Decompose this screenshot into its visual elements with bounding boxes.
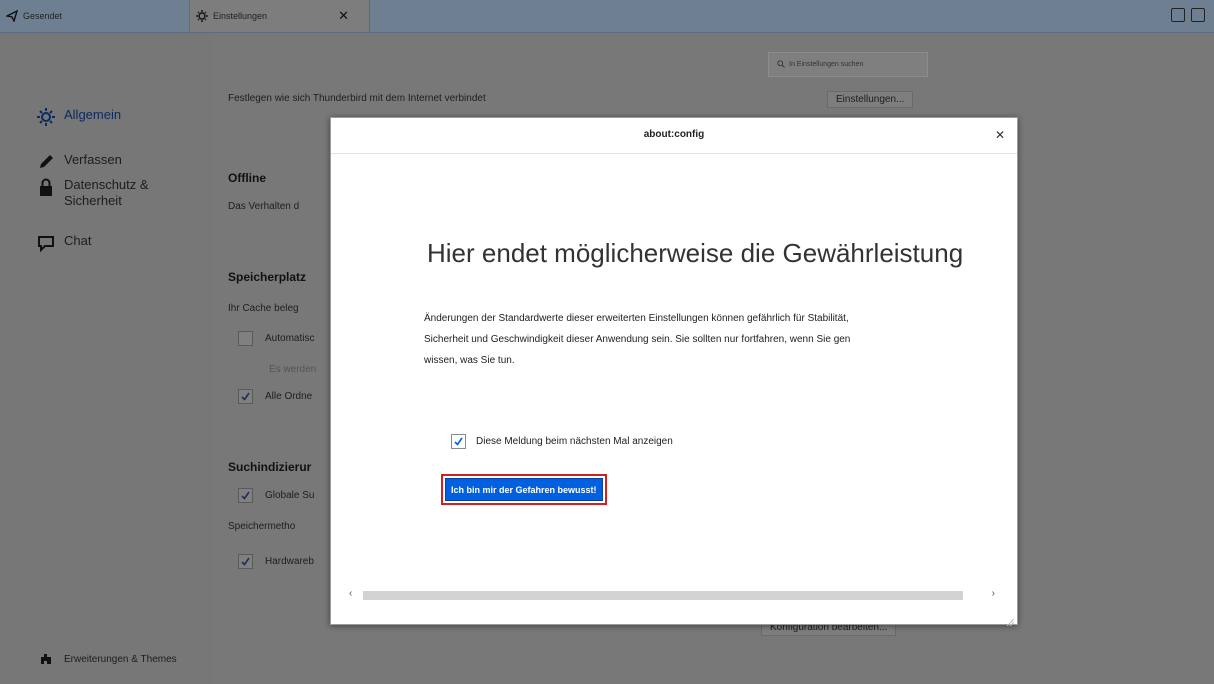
warning-line: wissen, was Sie tun. — [424, 355, 515, 366]
search-icon — [777, 59, 785, 70]
sidebar-item-verfassen[interactable]: Verfassen — [36, 152, 122, 172]
sidebar-item-label: Verfassen — [64, 152, 122, 167]
show-warning-checkbox[interactable] — [451, 434, 466, 449]
sidebar-item-chat[interactable]: Chat — [36, 233, 91, 253]
offline-description: Das Verhalten d — [228, 201, 300, 212]
show-warning-label: Diese Meldung beim nächsten Mal anzeigen — [476, 436, 673, 447]
all-folders-label: Alle Ordne — [265, 391, 313, 402]
dialog-body: Hier endet möglicherweise die Gewährleis… — [331, 154, 1017, 588]
tab-gesendet[interactable]: Gesendet — [0, 0, 186, 32]
auto-cache-label: Automatisc — [265, 333, 315, 344]
global-search-label: Globale Su — [265, 490, 315, 501]
dialog-titlebar: about:config ✕ — [331, 118, 1017, 154]
warning-text: Änderungen der Standardwerte dieser erwe… — [424, 308, 1017, 371]
lock-icon — [36, 177, 56, 197]
storage-description: Ihr Cache beleg — [228, 303, 299, 314]
sidebar-item-allgemein[interactable]: Allgemein — [36, 107, 121, 127]
sidebar-item-extensions[interactable]: Erweiterungen & Themes — [40, 653, 177, 665]
horizontal-scrollbar[interactable]: ‹ › — [345, 588, 1001, 603]
close-icon[interactable]: ✕ — [995, 128, 1005, 142]
warning-title: Hier endet möglicherweise die Gewährleis… — [427, 238, 964, 268]
sidebar-item-label: Erweiterungen & Themes — [64, 653, 177, 665]
accept-risk-button[interactable]: Ich bin mir der Gefahren bewusst! — [441, 474, 607, 505]
storage-method-label: Speichermetho — [228, 521, 296, 532]
scrollbar-thumb[interactable] — [363, 591, 963, 600]
auto-cache-checkbox[interactable] — [238, 331, 253, 346]
all-folders-checkbox[interactable] — [238, 389, 253, 404]
dialog-title: about:config — [643, 129, 705, 140]
show-warning-row: Diese Meldung beim nächsten Mal anzeigen — [451, 434, 673, 449]
network-settings-button[interactable]: Einstellungen... — [827, 91, 914, 108]
search-input[interactable]: In Einstellungen suchen — [768, 52, 928, 77]
tab-label: Gesendet — [23, 11, 63, 21]
gear-icon — [196, 10, 208, 22]
gear-icon — [36, 107, 56, 127]
chat-icon — [36, 233, 56, 253]
scroll-left-icon[interactable]: ‹ — [349, 588, 352, 599]
search-index-heading: Suchindizierur — [228, 460, 312, 474]
send-icon — [4, 9, 19, 23]
sidebar-item-label: Datenschutz & Sicherheit — [64, 177, 149, 208]
sidebar-item-datenschutz[interactable]: Datenschutz & Sicherheit — [36, 177, 174, 209]
hardware-checkbox[interactable] — [238, 554, 253, 569]
search-placeholder: In Einstellungen suchen — [789, 61, 864, 68]
tasks-icon[interactable] — [1191, 8, 1205, 22]
calendar-icon[interactable] — [1171, 8, 1185, 22]
sidebar-item-label: Chat — [64, 233, 92, 248]
tab-bar: Gesendet Einstellungen ✕ — [0, 0, 1214, 33]
about-config-dialog: about:config ✕ Hier endet möglicherweise… — [330, 117, 1018, 627]
scroll-right-icon[interactable]: › — [992, 588, 995, 599]
puzzle-icon — [40, 653, 52, 665]
network-description: Festlegen wie sich Thunderbird mit dem I… — [228, 93, 486, 104]
warning-line: Änderungen der Standardwerte dieser erwe… — [424, 313, 849, 324]
storage-heading: Speicherplatz — [228, 270, 307, 284]
pencil-icon — [36, 152, 56, 172]
warning-line: Sicherheit und Geschwindigkeit dieser An… — [424, 334, 851, 345]
sidebar: Allgemein Verfassen Datenschutz & Sicher… — [0, 33, 213, 684]
tab-einstellungen[interactable]: Einstellungen ✕ — [189, 0, 370, 32]
sidebar-item-label: Allgemein — [64, 107, 122, 122]
close-tab-icon[interactable]: ✕ — [338, 8, 349, 24]
auto-cache-sub: Es werden — [269, 364, 317, 375]
global-search-checkbox[interactable] — [238, 488, 253, 503]
hardware-label: Hardwareb — [265, 556, 314, 567]
offline-heading: Offline — [228, 171, 266, 185]
tab-label: Einstellungen — [213, 11, 268, 21]
resize-grip-icon[interactable] — [1006, 613, 1015, 627]
